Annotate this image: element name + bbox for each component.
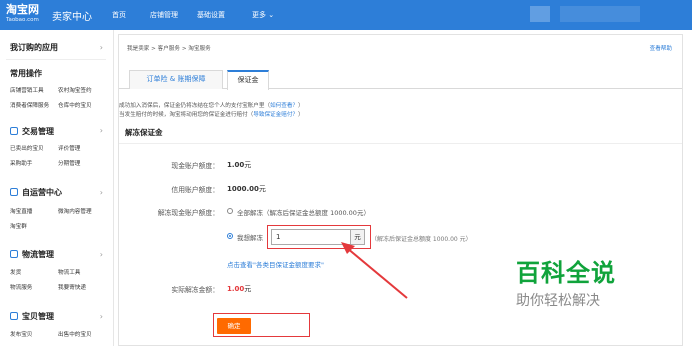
taobao-domain: Taobao.com [6, 17, 39, 23]
sidebar-item-ship[interactable]: 发货 [10, 268, 21, 276]
sidebar-item-weitao[interactable]: 微淘内容管理 [58, 207, 92, 215]
cash-amount: 1.00 [227, 161, 245, 169]
nav-more[interactable]: 更多 ⌄ [252, 10, 274, 20]
unfreeze-section-title: 解冻保证金 [125, 128, 163, 137]
sidebar-item-express[interactable]: 我要寄快递 [58, 283, 86, 291]
credit-limit-label: 信用账户额度： [171, 186, 219, 194]
sidebar-item-rural[interactable]: 农村淘宝签约 [58, 86, 92, 94]
chevron-right-icon[interactable]: › [100, 126, 103, 135]
watermark-subtitle: 助你轻松解决 [516, 293, 600, 309]
tip-text-end: ） [298, 103, 304, 109]
sidebar-item-sold[interactable]: 已卖出的宝贝 [10, 144, 44, 152]
sidebar-item-purchase[interactable]: 采购助手 [10, 159, 32, 167]
cash-limit-value: 1.00元 [227, 160, 251, 170]
annotation-arrow-icon [341, 242, 408, 299]
unfreeze-all-hint: （解冻后保证金总额度 1000.00元） [263, 209, 370, 217]
sidebar-item-warehouse[interactable]: 仓库中的宝贝 [58, 101, 92, 109]
credit-unit: 元 [258, 185, 266, 193]
nav-home[interactable]: 首页 [112, 10, 126, 20]
actual-unfreeze-value: 1.00元 [227, 284, 251, 294]
section-logistics[interactable]: 物流管理 [22, 249, 54, 260]
sidebar-item-marketing[interactable]: 店铺营销工具 [10, 86, 44, 94]
tip-text: 当发生赔付的时候，淘宝将动用您的保证金进行赔付（ [119, 112, 254, 118]
divider [119, 143, 682, 144]
divider [6, 59, 106, 60]
breadcrumb-customer-service[interactable]: 客户服务 [158, 46, 180, 52]
chevron-right-icon[interactable]: › [100, 188, 103, 197]
nav-basic-settings[interactable]: 基础设置 [197, 10, 225, 20]
goods-icon [10, 312, 18, 320]
watermark: 百科全说 助你轻松解决 [516, 253, 676, 310]
cash-unit: 元 [244, 161, 252, 169]
taobao-logo[interactable]: 淘宝网 [6, 4, 39, 15]
chevron-right-icon[interactable]: › [100, 250, 103, 259]
nav-shop-manage[interactable]: 店铺管理 [150, 10, 178, 20]
breadcrumb-taobao-service: 淘宝服务 [188, 46, 211, 52]
sidebar-item-consumer-protection[interactable]: 消费者保障服务 [10, 101, 49, 109]
sidebar-item-on-sale[interactable]: 出售中的宝贝 [58, 330, 92, 338]
unfreeze-all-label: 全部解冻 [237, 209, 263, 217]
tab-deposit[interactable]: 保证金 [227, 70, 269, 90]
compensation-link[interactable]: 导致保证金赔付？ [253, 112, 298, 118]
my-apps-title[interactable]: 我订购的应用 [10, 42, 58, 53]
sidebar-item-logistics-service[interactable]: 物流服务 [10, 283, 32, 291]
credit-amount: 1000.00 [227, 185, 259, 193]
section-trade[interactable]: 交易管理 [22, 126, 54, 137]
unfreeze-custom-label[interactable]: 我想解冻 [237, 232, 263, 242]
common-ops-title: 常用操作 [10, 69, 42, 78]
actual-unfreeze-label: 实际解冻金额： [171, 286, 219, 294]
sidebar-item-group[interactable]: 淘宝群 [10, 222, 27, 230]
chevron-right-icon[interactable]: › [100, 312, 103, 321]
tip-text-end: ） [298, 112, 304, 118]
actual-unit: 元 [244, 285, 252, 293]
tip-line-2: 当发生赔付的时候，淘宝将动用您的保证金进行赔付（导致保证金赔付？） [119, 110, 304, 118]
self-operation-icon [10, 188, 18, 196]
chevron-right-icon[interactable]: › [100, 43, 103, 52]
section-goods[interactable]: 宝贝管理 [22, 311, 54, 322]
section-self-operation[interactable]: 自运营中心 [22, 187, 62, 198]
unfreeze-custom-radio[interactable] [227, 233, 233, 239]
sidebar-item-installment[interactable]: 分期管理 [58, 159, 80, 167]
tip-text: 成功加入消保后，保证金仍将冻结在您个人的支付宝账户里（ [119, 103, 271, 109]
unfreeze-cash-label: 解冻现金账户额度： [157, 209, 219, 217]
breadcrumb: 我是卖家 > 客户服务 > 淘宝服务 [127, 44, 211, 52]
sidebar-item-live[interactable]: 淘宝直播 [10, 207, 32, 215]
logistics-icon [10, 250, 18, 258]
left-sidebar: 我订购的应用 › 常用操作 店铺营销工具 农村淘宝签约 消费者保障服务 仓库中的… [0, 30, 114, 346]
how-to-view-link[interactable]: 如何查看？ [270, 103, 298, 109]
unfreeze-all-radio[interactable] [227, 208, 233, 214]
tab-order-insurance[interactable]: 订单险 & 账期保障 [129, 70, 223, 89]
watermark-title: 百科全说 [516, 259, 616, 287]
top-navigation-bar: 淘宝网 Taobao.com 卖家中心 首页 店铺管理 基础设置 更多 ⌄ [0, 0, 692, 30]
sidebar-item-publish[interactable]: 发布宝贝 [10, 330, 32, 338]
tip-line-1: 成功加入消保后，保证金仍将冻结在您个人的支付宝账户里（如何查看？） [119, 101, 304, 109]
avatar[interactable] [530, 6, 550, 22]
sidebar-item-logistics-tools[interactable]: 物流工具 [58, 268, 80, 276]
cash-limit-label: 现金账户额度： [171, 162, 219, 170]
account-menu[interactable] [560, 6, 640, 22]
view-help-link[interactable]: 查看帮助 [650, 44, 672, 52]
seller-center-title[interactable]: 卖家中心 [52, 8, 92, 23]
category-requirements-link[interactable]: 点击查看"各类目保证金额度要求" [227, 259, 324, 269]
unfreeze-all-option[interactable]: 全部解冻（解冻后保证金总额度 1000.00元） [237, 207, 370, 217]
sidebar-item-reviews[interactable]: 评价管理 [58, 144, 80, 152]
actual-amount: 1.00 [227, 285, 245, 293]
breadcrumb-seller[interactable]: 我是卖家 [127, 46, 149, 52]
confirm-button[interactable]: 确定 [217, 318, 251, 334]
credit-limit-value: 1000.00元 [227, 184, 266, 194]
trade-icon [10, 127, 18, 135]
